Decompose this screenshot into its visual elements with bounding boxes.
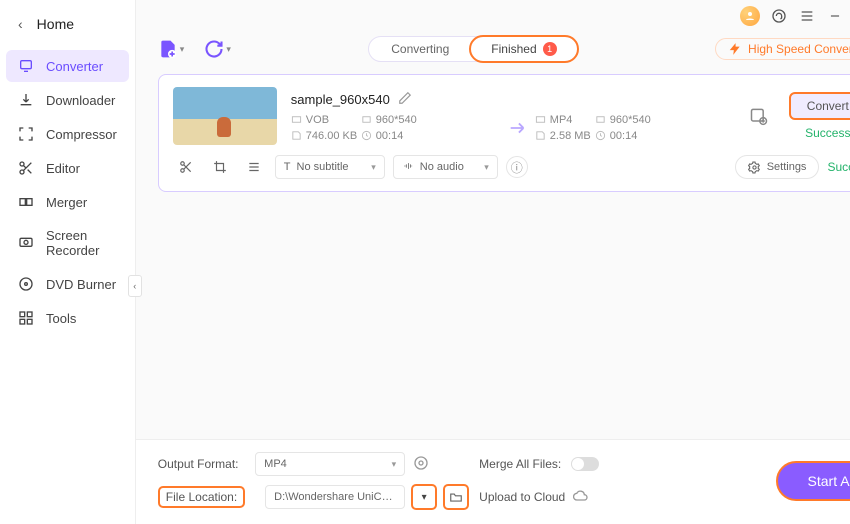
sidebar-item-screen-recorder[interactable]: Screen Recorder — [6, 220, 129, 266]
minimize-icon[interactable] — [826, 7, 844, 25]
chevron-down-icon: ▾ — [484, 162, 489, 173]
chevron-down-icon: ▾ — [392, 459, 397, 470]
high-speed-conversion-button[interactable]: High Speed Conversion — [715, 38, 850, 60]
sidebar-item-editor[interactable]: Editor — [6, 152, 129, 184]
add-file-button[interactable]: ▾ — [158, 39, 185, 59]
sidebar-item-label: Screen Recorder — [46, 228, 117, 258]
back-icon[interactable]: ‹ — [18, 16, 23, 32]
compress-icon — [18, 126, 34, 142]
merge-label: Merge All Files: — [479, 457, 561, 471]
sidebar-item-converter[interactable]: Converter — [6, 50, 129, 82]
output-format-select[interactable]: MP4 ▾ — [255, 452, 405, 476]
row-status: Success — [827, 160, 850, 174]
main-panel: ▾ ▾ Converting Finished 1 High Speed Con… — [136, 0, 850, 524]
status-label: Success — [805, 126, 850, 140]
file-location-select[interactable]: D:\Wondershare UniConverter\ — [265, 485, 405, 509]
upload-cloud-label: Upload to Cloud — [479, 490, 565, 504]
convert-button[interactable]: Convert — [789, 92, 850, 120]
chevron-down-icon: ▾ — [180, 44, 185, 55]
output-format-label: Output Format: — [158, 457, 245, 471]
sidebar-item-label: Compressor — [46, 127, 117, 142]
titlebar — [136, 0, 850, 32]
start-all-button[interactable]: Start All — [776, 461, 850, 501]
sidebar-item-dvd-burner[interactable]: DVD Burner — [6, 268, 129, 300]
finished-count-badge: 1 — [543, 42, 557, 56]
info-icon[interactable]: ⓘ — [506, 156, 528, 178]
trim-button[interactable] — [173, 156, 199, 178]
tab-segment: Converting Finished 1 — [368, 36, 577, 62]
src-duration: 00:14 — [361, 130, 441, 142]
sidebar-item-tools[interactable]: Tools — [6, 302, 129, 334]
sidebar-item-label: Converter — [46, 59, 103, 74]
avatar[interactable] — [740, 6, 760, 26]
chevron-down-icon: ▾ — [226, 44, 231, 55]
subtitle-select[interactable]: T No subtitle ▾ — [275, 155, 385, 179]
sidebar-item-label: Merger — [46, 195, 87, 210]
download-icon — [18, 92, 34, 108]
disc-icon — [18, 276, 34, 292]
file-name: sample_960x540 — [291, 92, 390, 107]
gear-icon — [748, 161, 761, 174]
audio-icon — [402, 161, 414, 174]
src-resolution: 960*540 — [361, 114, 441, 126]
sidebar-item-label: Editor — [46, 161, 80, 176]
sidebar-item-downloader[interactable]: Downloader — [6, 84, 129, 116]
sidebar-item-merger[interactable]: Merger — [6, 186, 129, 218]
cloud-icon[interactable] — [573, 488, 589, 507]
item-settings-button[interactable]: Settings — [735, 155, 820, 179]
video-thumbnail[interactable] — [173, 87, 277, 145]
sidebar-item-label: Tools — [46, 311, 76, 326]
collapse-sidebar-button[interactable]: ‹ — [128, 275, 142, 297]
dst-size: 2.58 MB — [535, 130, 595, 142]
converter-icon — [18, 58, 34, 74]
file-location-label: File Location: — [158, 486, 245, 508]
footer: Output Format: MP4 ▾ Merge All Files: St… — [136, 439, 850, 524]
open-folder-button[interactable] — [443, 484, 469, 510]
menu-icon[interactable] — [798, 7, 816, 25]
dst-resolution: 960*540 — [595, 114, 675, 126]
arrow-icon — [501, 117, 535, 139]
grid-icon — [18, 310, 34, 326]
support-icon[interactable] — [770, 7, 788, 25]
recorder-icon — [18, 235, 34, 251]
audio-select[interactable]: No audio ▾ — [393, 155, 498, 179]
tab-finished[interactable]: Finished 1 — [469, 35, 578, 63]
format-settings-icon[interactable] — [413, 455, 429, 474]
batch-convert-button[interactable]: ▾ — [204, 39, 231, 59]
output-settings-icon[interactable] — [749, 106, 769, 126]
bolt-icon — [728, 42, 742, 56]
dst-format: MP4 — [535, 114, 595, 126]
rotate-icon — [204, 39, 224, 59]
scissors-icon — [18, 160, 34, 176]
effects-button[interactable] — [241, 156, 267, 178]
crop-button[interactable] — [207, 156, 233, 178]
sidebar-item-compressor[interactable]: Compressor — [6, 118, 129, 150]
sidebar-item-label: DVD Burner — [46, 277, 116, 292]
sidebar-item-label: Downloader — [46, 93, 115, 108]
home-label[interactable]: Home — [37, 16, 74, 32]
sidebar: ‹ Home Converter Downloader Compressor E… — [0, 0, 136, 524]
subtitle-icon: T — [284, 161, 291, 173]
file-card: sample_960x540 VOB 960*540 MP4 960*540 7… — [158, 74, 850, 192]
chevron-down-icon: ▾ — [371, 162, 376, 173]
dst-duration: 00:14 — [595, 130, 675, 142]
merger-icon — [18, 194, 34, 210]
tab-converting[interactable]: Converting — [369, 37, 471, 61]
file-plus-icon — [158, 39, 178, 59]
src-size: 746.00 KB — [291, 130, 361, 142]
merge-toggle[interactable] — [571, 457, 599, 471]
edit-name-icon[interactable] — [398, 91, 412, 108]
location-dropdown-button[interactable]: ▾ — [411, 484, 437, 510]
src-format: VOB — [291, 114, 361, 126]
